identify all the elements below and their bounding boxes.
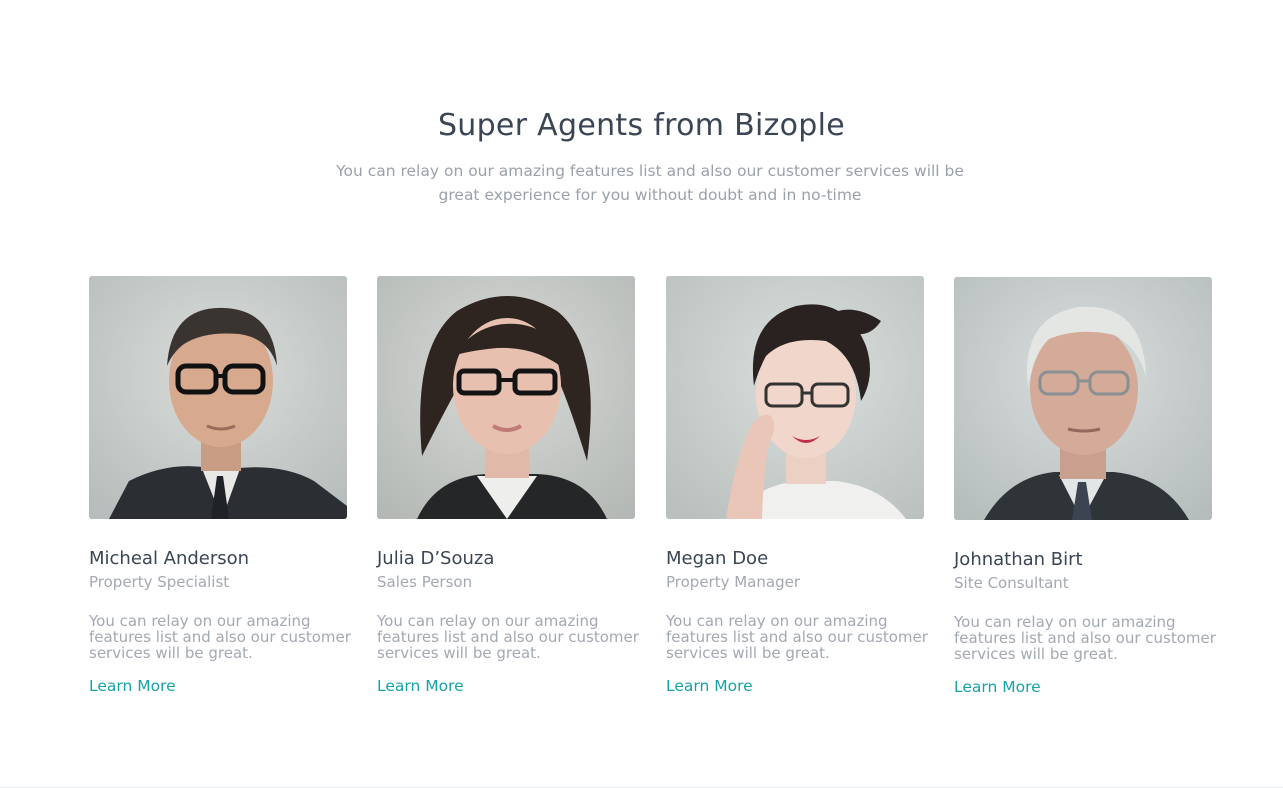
- agent-photo: [954, 277, 1212, 520]
- agent-name: Julia D’Souza: [377, 548, 495, 569]
- learn-more-link[interactable]: Learn More: [377, 676, 464, 696]
- section-subtitle: You can relay on our amazing features li…: [336, 162, 964, 204]
- learn-more-link[interactable]: Learn More: [89, 676, 176, 696]
- agent-photo: [89, 276, 347, 519]
- agents-section: Super Agents from Bizople You can relay …: [0, 0, 1283, 787]
- agent-description: You can relay on our amazing features li…: [666, 612, 928, 662]
- learn-more-link[interactable]: Learn More: [666, 676, 753, 696]
- agent-role: Site Consultant: [954, 574, 1069, 592]
- agent-name: Micheal Anderson: [89, 548, 250, 569]
- agent-role: Property Specialist: [89, 573, 230, 591]
- agent-card: Johnathan Birt Site Consultant You can r…: [954, 277, 1216, 696]
- agent-photo: [377, 276, 635, 519]
- agent-photo: [666, 276, 924, 519]
- agent-role: Sales Person: [377, 573, 473, 591]
- agent-description: You can relay on our amazing features li…: [89, 612, 351, 662]
- agent-card: Micheal Anderson Property Specialist You…: [89, 276, 351, 695]
- agent-card: Megan Doe Property Manager You can relay…: [666, 276, 928, 695]
- agent-name: Johnathan Birt: [954, 549, 1083, 570]
- agent-card: Julia D’Souza Sales Person You can relay…: [377, 276, 639, 695]
- agent-description: You can relay on our amazing features li…: [954, 613, 1216, 663]
- learn-more-link[interactable]: Learn More: [954, 677, 1041, 697]
- agent-name: Megan Doe: [666, 548, 769, 569]
- agent-role: Property Manager: [666, 573, 800, 591]
- section-title: Super Agents from Bizople: [437, 108, 846, 143]
- agent-description: You can relay on our amazing features li…: [377, 612, 639, 662]
